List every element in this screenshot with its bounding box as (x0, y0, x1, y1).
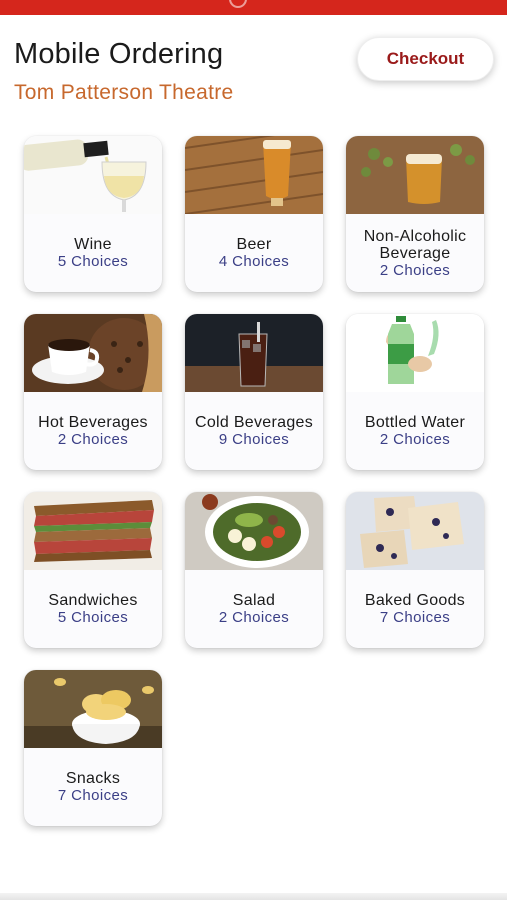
category-name: Hot Beverages (38, 414, 148, 431)
category-name: Sandwiches (48, 592, 138, 609)
checkout-button[interactable]: Checkout (357, 37, 494, 81)
category-choices: 2 Choices (57, 431, 129, 448)
coffee-image (24, 314, 162, 392)
salad-image (185, 492, 323, 570)
venue-name: Tom Patterson Theatre (14, 81, 234, 104)
beer-image (185, 136, 323, 214)
category-name: Non-Alcoholic Beverage (363, 227, 467, 262)
category-choices: 2 Choices (379, 261, 451, 279)
category-choices: 7 Choices (379, 609, 451, 626)
bottled-water-image (346, 314, 484, 392)
category-choices: 2 Choices (218, 609, 290, 626)
category-name: Wine (74, 236, 112, 253)
category-card-baked-goods[interactable]: Baked Goods 7 Choices (346, 492, 484, 648)
category-card-non-alcoholic-beverage[interactable]: Non-Alcoholic Beverage 2 Choices (346, 136, 484, 292)
category-choices: 5 Choices (57, 609, 129, 626)
category-name: Beer (236, 236, 272, 253)
cold-beverage-image (185, 314, 323, 392)
category-card-snacks[interactable]: Snacks 7 Choices (24, 670, 162, 826)
category-choices: 9 Choices (218, 431, 290, 448)
non-alcoholic-beverage-image (346, 136, 484, 214)
category-card-wine[interactable]: Wine 5 Choices (24, 136, 162, 292)
category-name: Snacks (65, 770, 121, 787)
page-header: Mobile Ordering Tom Patterson Theatre (14, 38, 234, 105)
snacks-image (24, 670, 162, 748)
category-card-beer[interactable]: Beer 4 Choices (185, 136, 323, 292)
category-card-salad[interactable]: Salad 2 Choices (185, 492, 323, 648)
sandwich-image (24, 492, 162, 570)
category-name: Salad (232, 592, 276, 609)
category-name: Cold Beverages (194, 414, 314, 431)
category-choices: 7 Choices (57, 787, 129, 804)
category-card-sandwiches[interactable]: Sandwiches 5 Choices (24, 492, 162, 648)
category-card-bottled-water[interactable]: Bottled Water 2 Choices (346, 314, 484, 470)
app-logo-icon (229, 0, 247, 8)
wine-image (24, 136, 162, 214)
category-choices: 5 Choices (57, 253, 129, 270)
category-grid: Wine 5 Choices Beer 4 Choices Non-Alcoho… (24, 136, 484, 826)
category-card-hot-beverages[interactable]: Hot Beverages 2 Choices (24, 314, 162, 470)
category-name: Baked Goods (364, 592, 466, 609)
page-title: Mobile Ordering (14, 38, 224, 70)
baked-goods-image (346, 492, 484, 570)
category-choices: 4 Choices (218, 253, 290, 270)
top-status-bar (0, 0, 507, 15)
bottom-divider (0, 893, 507, 900)
category-card-cold-beverages[interactable]: Cold Beverages 9 Choices (185, 314, 323, 470)
category-choices: 2 Choices (379, 431, 451, 448)
category-name: Bottled Water (364, 414, 466, 431)
